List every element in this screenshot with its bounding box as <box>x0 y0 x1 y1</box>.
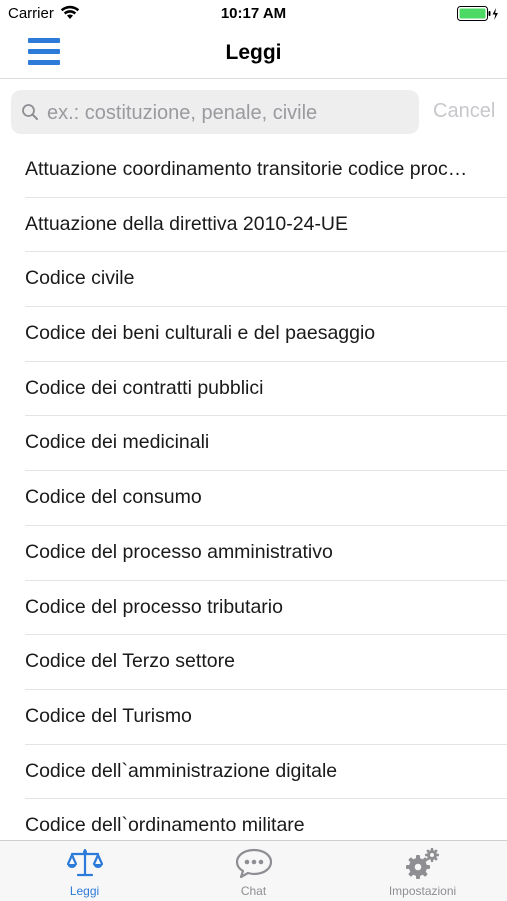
search-icon <box>21 103 39 126</box>
tab-impostazioni[interactable]: Impostazioni <box>338 841 507 901</box>
search-bar <box>11 90 419 136</box>
list-item[interactable]: Attuazione della direttiva 2010-24-UE <box>25 198 507 253</box>
list-item[interactable]: Codice del processo tributario <box>25 581 507 636</box>
navigation-bar: Leggi <box>0 28 507 79</box>
list-item[interactable]: Attuazione coordinamento transitorie cod… <box>25 143 507 198</box>
tab-chat[interactable]: Chat <box>169 841 338 901</box>
list-item-label: Codice dei contratti pubblici <box>25 376 264 399</box>
chat-bubble-icon <box>169 847 338 884</box>
list-item-label: Codice del Terzo settore <box>25 650 235 673</box>
list-item-label: Codice del processo amministrativo <box>25 540 333 563</box>
page-title: Leggi <box>225 41 282 64</box>
gears-icon <box>338 847 507 886</box>
tab-label: Impostazioni <box>388 884 457 898</box>
list-item-label: Codice del processo tributario <box>25 595 283 618</box>
search-input[interactable] <box>45 90 417 136</box>
cancel-button[interactable]: Cancel <box>433 100 495 123</box>
status-bar: Carrier 10:17 AM <box>0 0 507 28</box>
list-item[interactable]: Codice dei medicinali <box>25 416 507 472</box>
list-item-label: Codice dell`ordinamento militare <box>25 814 305 837</box>
list-item-label: Codice civile <box>25 267 135 290</box>
list-item-label: Codice dei beni culturali e del paesaggi… <box>25 322 376 345</box>
tab-leggi[interactable]: Leggi <box>0 841 169 901</box>
list-item[interactable]: Codice civile <box>25 252 507 308</box>
list-item-label: Codice dei medicinali <box>25 431 210 454</box>
list-item-label: Attuazione coordinamento transitorie cod… <box>25 158 468 180</box>
list-item[interactable]: Codice dei contratti pubblici <box>25 362 507 417</box>
list-item-label: Codice del Turismo <box>25 704 192 727</box>
list-item-label: Attuazione della direttiva 2010-24-UE <box>25 212 349 235</box>
tab-label: Leggi <box>69 884 100 898</box>
laws-list: Attuazione coordinamento transitorie cod… <box>0 143 507 854</box>
scales-icon <box>0 847 169 884</box>
clock-time: 10:17 AM <box>220 5 287 22</box>
tab-bar: Leggi Chat Impostazioni <box>0 840 507 901</box>
battery-icon <box>457 6 499 27</box>
list-item[interactable]: Codice dei beni culturali e del paesaggi… <box>25 307 507 362</box>
list-item[interactable]: Codice del Turismo <box>25 690 507 745</box>
list-item-label: Codice del consumo <box>25 486 202 509</box>
list-item[interactable]: Codice del consumo <box>25 471 507 526</box>
list-item[interactable]: Codice del processo amministrativo <box>25 526 507 581</box>
list-item-label: Codice dell`amministrazione digitale <box>25 759 338 782</box>
list-item[interactable]: Codice del Terzo settore <box>25 635 507 690</box>
tab-label: Chat <box>240 884 267 898</box>
list-item[interactable]: Codice dell`amministrazione digitale <box>25 745 507 800</box>
